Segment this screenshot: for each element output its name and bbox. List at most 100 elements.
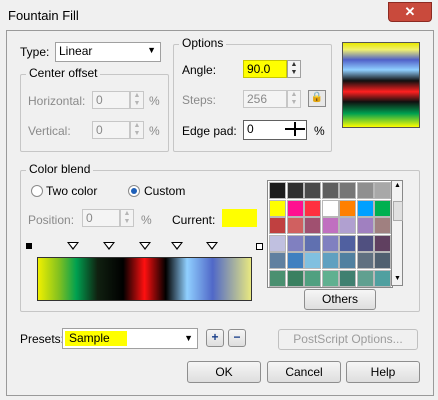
- chevron-down-icon: ▼: [184, 333, 193, 343]
- palette-swatch[interactable]: [269, 234, 286, 252]
- type-label: Type:: [20, 45, 50, 59]
- palette-swatch[interactable]: [304, 269, 321, 287]
- vertical-input[interactable]: 0: [92, 121, 130, 139]
- palette-swatch[interactable]: [374, 252, 391, 269]
- palette-swatch[interactable]: [321, 234, 339, 252]
- custom-label: Custom: [144, 184, 186, 198]
- palette-swatch[interactable]: [339, 217, 356, 234]
- palette-swatch[interactable]: [374, 269, 391, 287]
- center-offset-group: [20, 74, 169, 152]
- cancel-button[interactable]: Cancel: [267, 361, 341, 383]
- palette-swatch[interactable]: [356, 269, 374, 287]
- palette-swatch[interactable]: [321, 252, 339, 269]
- color-stop-marker[interactable]: [171, 242, 183, 250]
- palette-swatch[interactable]: [321, 182, 339, 199]
- palette-swatch[interactable]: [304, 182, 321, 199]
- palette-swatch[interactable]: [304, 217, 321, 234]
- chevron-down-icon: ▼: [147, 45, 156, 55]
- palette-swatch[interactable]: [339, 234, 356, 252]
- palette-swatch[interactable]: [356, 234, 374, 252]
- help-button[interactable]: Help: [346, 361, 420, 383]
- horizontal-spinner[interactable]: ▲ ▼: [130, 91, 144, 109]
- ok-button[interactable]: OK: [187, 361, 261, 383]
- angle-input[interactable]: 90.0: [243, 60, 287, 78]
- palette-swatch[interactable]: [286, 269, 304, 287]
- palette-swatch[interactable]: [339, 182, 356, 199]
- gradient-bar[interactable]: [37, 257, 252, 301]
- palette-swatch[interactable]: [321, 269, 339, 287]
- color-blend-label: Color blend: [26, 162, 94, 176]
- options-label: Options: [179, 36, 227, 50]
- window-title: Fountain Fill: [8, 8, 79, 23]
- edge-pad-label: Edge pad:: [182, 124, 237, 138]
- palette-swatch[interactable]: [269, 182, 286, 199]
- palette-swatch[interactable]: [286, 217, 304, 234]
- position-label: Position:: [28, 213, 75, 227]
- current-color-swatch[interactable]: [222, 209, 257, 227]
- palette-swatch[interactable]: [356, 252, 374, 269]
- horizontal-input[interactable]: 0: [92, 91, 130, 109]
- steps-label: Steps:: [182, 93, 217, 107]
- color-stop-marker[interactable]: [206, 242, 218, 250]
- presets-value: Sample: [65, 331, 127, 346]
- two-color-label: Two color: [46, 184, 98, 198]
- palette-swatch[interactable]: [339, 252, 356, 269]
- color-palette[interactable]: [267, 180, 393, 288]
- palette-swatch[interactable]: [269, 217, 286, 234]
- add-preset-button[interactable]: +: [206, 329, 224, 347]
- two-color-radio[interactable]: [31, 185, 43, 197]
- vertical-unit: %: [149, 124, 160, 138]
- palette-swatch[interactable]: [269, 269, 286, 287]
- position-spinner[interactable]: ▲ ▼: [120, 209, 134, 227]
- scroll-down-icon[interactable]: ▼: [394, 275, 401, 282]
- palette-swatch[interactable]: [374, 217, 391, 234]
- scroll-up-icon[interactable]: ▲: [394, 182, 401, 189]
- close-button[interactable]: ✕: [388, 2, 432, 22]
- vertical-label: Vertical:: [28, 124, 71, 138]
- palette-swatch[interactable]: [286, 234, 304, 252]
- type-select[interactable]: Linear ▼: [55, 42, 161, 62]
- edge-pad-slider-handle[interactable]: [285, 122, 305, 136]
- remove-preset-button[interactable]: −: [228, 329, 246, 347]
- angle-spinner[interactable]: ▲ ▼: [287, 60, 301, 78]
- palette-scrollbar[interactable]: ▲ ▼: [391, 180, 403, 286]
- vertical-spinner[interactable]: ▲ ▼: [130, 121, 144, 139]
- palette-swatch[interactable]: [374, 182, 391, 199]
- steps-input[interactable]: 256: [243, 90, 287, 108]
- position-input[interactable]: 0: [82, 209, 120, 227]
- palette-swatch[interactable]: [356, 217, 374, 234]
- scroll-thumb[interactable]: [393, 201, 403, 221]
- horizontal-unit: %: [149, 94, 160, 108]
- palette-swatch[interactable]: [269, 252, 286, 269]
- palette-swatch[interactable]: [374, 234, 391, 252]
- palette-swatch[interactable]: [321, 199, 339, 217]
- palette-swatch[interactable]: [286, 182, 304, 199]
- steps-spinner[interactable]: ▲ ▼: [287, 90, 301, 108]
- palette-swatch[interactable]: [374, 199, 391, 217]
- postscript-options-button[interactable]: PostScript Options...: [278, 329, 418, 350]
- color-stop-marker[interactable]: [139, 242, 151, 250]
- palette-swatch[interactable]: [269, 199, 286, 217]
- others-button[interactable]: Others: [304, 289, 376, 310]
- palette-swatch[interactable]: [339, 269, 356, 287]
- end-marker[interactable]: [256, 243, 263, 250]
- palette-swatch[interactable]: [356, 199, 374, 217]
- horizontal-label: Horizontal:: [28, 94, 86, 108]
- color-stop-marker[interactable]: [103, 242, 115, 250]
- type-value: Linear: [59, 44, 93, 58]
- palette-swatch[interactable]: [286, 199, 304, 217]
- palette-swatch[interactable]: [304, 252, 321, 269]
- palette-swatch[interactable]: [286, 252, 304, 269]
- palette-swatch[interactable]: [304, 199, 321, 217]
- palette-swatch[interactable]: [339, 199, 356, 217]
- presets-select[interactable]: Sample ▼: [62, 328, 198, 349]
- lock-icon[interactable]: 🔒: [308, 90, 326, 107]
- palette-swatch[interactable]: [356, 182, 374, 199]
- center-offset-label: Center offset: [26, 66, 101, 80]
- custom-radio[interactable]: [128, 185, 140, 197]
- start-marker[interactable]: [26, 243, 32, 249]
- color-stop-marker[interactable]: [67, 242, 79, 250]
- angle-label: Angle:: [182, 63, 217, 77]
- palette-swatch[interactable]: [304, 234, 321, 252]
- palette-swatch[interactable]: [321, 217, 339, 234]
